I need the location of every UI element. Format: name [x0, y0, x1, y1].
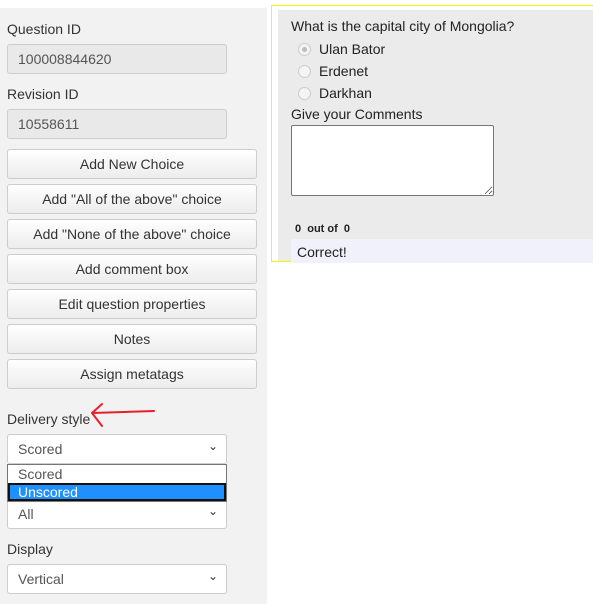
choice-label: Darkhan — [319, 85, 372, 101]
chevron-down-icon: ⌄ — [207, 504, 218, 518]
revision-id-field[interactable]: 10558611 — [7, 109, 227, 139]
filter-select[interactable]: All ⌄ — [7, 499, 227, 529]
option-unscored[interactable]: Unscored — [8, 483, 226, 501]
choice-label: Erdenet — [319, 63, 369, 79]
choice-darkhan[interactable]: Darkhan — [298, 85, 372, 101]
radio-icon[interactable] — [298, 86, 311, 100]
delivery-style-label: Delivery style — [7, 411, 91, 427]
filter-value: All — [18, 506, 34, 522]
chevron-down-icon: ⌄ — [207, 569, 218, 583]
add-new-choice-button[interactable]: Add New Choice — [7, 149, 257, 179]
radio-icon[interactable] — [298, 64, 311, 78]
display-value: Vertical — [18, 571, 64, 587]
choice-erdenet[interactable]: Erdenet — [298, 63, 368, 79]
annotation-arrow-icon — [91, 403, 155, 427]
question-preview: What is the capital city of Mongolia? Ul… — [271, 5, 593, 263]
delivery-style-dropdown[interactable]: Scored Unscored — [7, 464, 227, 502]
chevron-down-icon: ⌄ — [207, 439, 218, 453]
choice-label: Ulan Bator — [319, 41, 386, 57]
add-all-of-above-button[interactable]: Add "All of the above" choice — [7, 184, 257, 214]
display-select[interactable]: Vertical ⌄ — [7, 564, 227, 594]
assign-metatags-button[interactable]: Assign metatags — [7, 359, 257, 389]
preview-body: What is the capital city of Mongolia? Ul… — [278, 10, 593, 263]
delivery-style-value: Scored — [18, 441, 63, 457]
question-id-field[interactable]: 100008844620 — [7, 44, 227, 74]
edit-question-properties-button[interactable]: Edit question properties — [7, 289, 257, 319]
revision-id-label: Revision ID — [7, 86, 79, 102]
comments-label: Give your Comments — [291, 106, 423, 122]
add-none-of-above-button[interactable]: Add "None of the above" choice — [7, 219, 257, 249]
question-id-label: Question ID — [7, 21, 81, 37]
choice-ulan-bator[interactable]: Ulan Bator — [298, 41, 385, 57]
display-label: Display — [7, 541, 53, 557]
radio-icon[interactable] — [298, 42, 311, 56]
score-text: 0 out of 0 — [295, 223, 350, 235]
comments-textarea[interactable] — [291, 125, 494, 196]
notes-button[interactable]: Notes — [7, 324, 257, 354]
question-text: What is the capital city of Mongolia? — [291, 18, 515, 34]
feedback-text: Correct! — [291, 239, 593, 263]
add-comment-box-button[interactable]: Add comment box — [7, 254, 257, 284]
option-scored[interactable]: Scored — [8, 465, 226, 483]
delivery-style-select[interactable]: Scored ⌄ — [7, 434, 227, 464]
